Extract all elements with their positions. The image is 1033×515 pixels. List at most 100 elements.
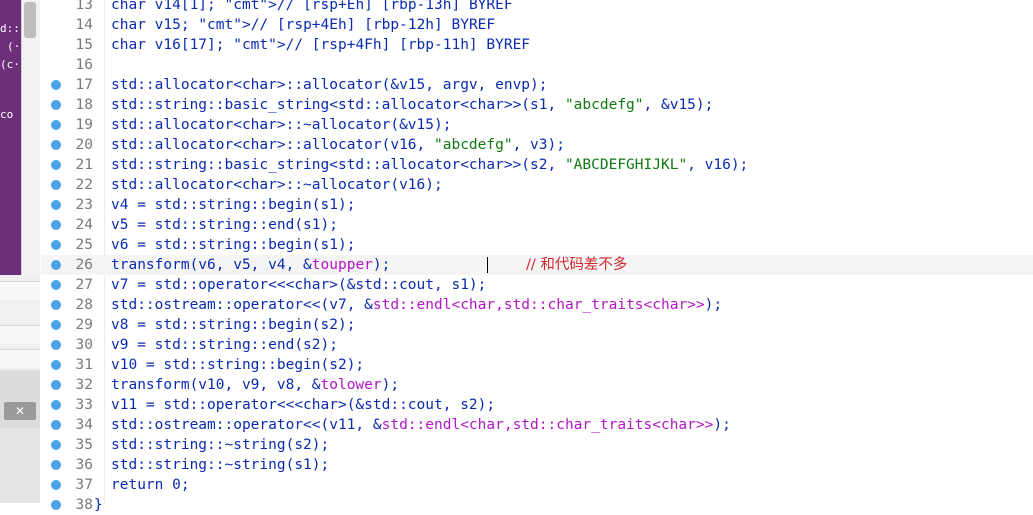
breakpoint-dot-icon[interactable] bbox=[51, 400, 61, 410]
sidebar-list-row[interactable] bbox=[0, 325, 40, 344]
code-line[interactable]: 22 std::allocator<char>::~allocator(v16); bbox=[41, 175, 1033, 195]
code-line[interactable]: 33 v11 = std::operator<<<char>(&std::cout… bbox=[41, 395, 1033, 415]
text-cursor bbox=[487, 257, 488, 273]
close-button[interactable]: ✕ bbox=[4, 402, 36, 420]
line-number: 21 bbox=[75, 157, 93, 173]
line-number: 20 bbox=[75, 137, 93, 153]
breakpoint-dot-icon[interactable] bbox=[51, 440, 61, 450]
line-number: 36 bbox=[75, 457, 93, 473]
code-text: std::allocator<char>::allocator(&v15, ar… bbox=[111, 77, 548, 93]
line-number: 25 bbox=[75, 237, 93, 253]
code-line[interactable]: 18 std::string::basic_string<std::allocat… bbox=[41, 95, 1033, 115]
breakpoint-dot-icon[interactable] bbox=[51, 140, 61, 150]
pseudocode-editor[interactable]: 13 char v14[1]; "cmt">// [rsp+Eh] [rbp-13… bbox=[41, 0, 1033, 513]
code-text: std::ostream::operator<<(v7, &std::endl<… bbox=[111, 297, 723, 313]
line-number: 29 bbox=[75, 317, 93, 333]
breakpoint-dot-icon[interactable] bbox=[51, 280, 61, 290]
breakpoint-dot-icon[interactable] bbox=[51, 480, 61, 490]
code-line[interactable]: 24 v5 = std::string::end(s1); bbox=[41, 215, 1033, 235]
breakpoint-dot-icon[interactable] bbox=[51, 100, 61, 110]
code-line[interactable]: 37 return 0; bbox=[41, 475, 1033, 495]
code-text: v9 = std::string::end(s2); bbox=[111, 337, 338, 353]
line-number: 33 bbox=[75, 397, 93, 413]
code-text: std::string::basic_string<std::allocator… bbox=[111, 97, 714, 113]
line-number: 34 bbox=[75, 417, 93, 433]
line-number: 30 bbox=[75, 337, 93, 353]
sidebar-scrollbar-thumb[interactable] bbox=[24, 2, 36, 38]
code-line[interactable]: 16 bbox=[41, 55, 1033, 75]
line-number: 24 bbox=[75, 217, 93, 233]
code-line[interactable]: 14 char v15; "cmt">// [rsp+4Eh] [rbp-12h]… bbox=[41, 15, 1033, 35]
line-number: 27 bbox=[75, 277, 93, 293]
code-line[interactable]: 38} bbox=[41, 495, 1033, 515]
code-line[interactable]: 36 std::string::~string(s1); bbox=[41, 455, 1033, 475]
code-line[interactable]: 19 std::allocator<char>::~allocator(&v15)… bbox=[41, 115, 1033, 135]
code-text: char v15; "cmt">// [rsp+4Eh] [rbp-12h] B… bbox=[111, 17, 496, 33]
line-number: 17 bbox=[75, 77, 93, 93]
breakpoint-dot-icon[interactable] bbox=[51, 200, 61, 210]
sidebar-fragment: (· bbox=[7, 40, 21, 53]
code-text: std::allocator<char>::~allocator(v16); bbox=[111, 177, 443, 193]
code-text: v7 = std::operator<<<char>(&std::cout, s… bbox=[111, 277, 487, 293]
breakpoint-dot-icon[interactable] bbox=[51, 360, 61, 370]
breakpoint-dot-icon[interactable] bbox=[51, 120, 61, 130]
code-line[interactable]: 21 std::string::basic_string<std::allocat… bbox=[41, 155, 1033, 175]
code-text: char v16[17]; "cmt">// [rsp+4Fh] [rbp-11… bbox=[111, 37, 531, 53]
line-number: 18 bbox=[75, 97, 93, 113]
breakpoint-dot-icon[interactable] bbox=[51, 320, 61, 330]
breakpoint-dot-icon[interactable] bbox=[51, 240, 61, 250]
breakpoint-dot-icon[interactable] bbox=[51, 160, 61, 170]
code-line[interactable]: 28 std::ostream::operator<<(v7, &std::end… bbox=[41, 295, 1033, 315]
code-text: transform(v10, v9, v8, &tolower); bbox=[111, 377, 400, 393]
line-number: 31 bbox=[75, 357, 93, 373]
line-number: 19 bbox=[75, 117, 93, 133]
code-line[interactable]: 20 std::allocator<char>::allocator(v16, "… bbox=[41, 135, 1033, 155]
sidebar-list-row[interactable] bbox=[0, 281, 40, 300]
code-text: v11 = std::operator<<<char>(&std::cout, … bbox=[111, 397, 496, 413]
breakpoint-dot-icon[interactable] bbox=[51, 500, 61, 510]
sidebar-output-pane: d:: (· (c· co bbox=[0, 0, 21, 275]
code-text: std::string::basic_string<std::allocator… bbox=[111, 157, 749, 173]
sidebar-list-row[interactable] bbox=[0, 349, 40, 368]
code-text: v8 = std::string::begin(s2); bbox=[111, 317, 356, 333]
sidebar-fragment: (c· bbox=[0, 58, 20, 71]
code-line[interactable]: 35 std::string::~string(s2); bbox=[41, 435, 1033, 455]
line-number: 26 bbox=[75, 257, 93, 273]
breakpoint-dot-icon[interactable] bbox=[51, 460, 61, 470]
code-line[interactable]: 25 v6 = std::string::begin(s1); bbox=[41, 235, 1033, 255]
code-text: char v14[1]; "cmt">// [rsp+Eh] [rbp-13h]… bbox=[111, 0, 513, 13]
breakpoint-dot-icon[interactable] bbox=[51, 80, 61, 90]
code-line[interactable]: 30 v9 = std::string::end(s2); bbox=[41, 335, 1033, 355]
code-text: return 0; bbox=[111, 477, 190, 493]
breakpoint-dot-icon[interactable] bbox=[51, 220, 61, 230]
code-line[interactable]: 15 char v16[17]; "cmt">// [rsp+4Fh] [rbp-… bbox=[41, 35, 1033, 55]
code-text: v5 = std::string::end(s1); bbox=[111, 217, 338, 233]
code-line[interactable]: 29 v8 = std::string::begin(s2); bbox=[41, 315, 1033, 335]
code-line[interactable]: 23 v4 = std::string::begin(s1); bbox=[41, 195, 1033, 215]
code-text: std::allocator<char>::allocator(v16, "ab… bbox=[111, 137, 565, 153]
breakpoint-dot-icon[interactable] bbox=[51, 260, 61, 270]
sidebar-scrollbar[interactable] bbox=[21, 0, 40, 275]
sidebar-fragment: d:: bbox=[0, 22, 20, 35]
code-line[interactable]: 27 v7 = std::operator<<<char>(&std::cout,… bbox=[41, 275, 1033, 295]
breakpoint-dot-icon[interactable] bbox=[51, 420, 61, 430]
line-number: 13 bbox=[75, 0, 93, 13]
breakpoint-dot-icon[interactable] bbox=[51, 340, 61, 350]
breakpoint-dot-icon[interactable] bbox=[51, 380, 61, 390]
line-number: 16 bbox=[75, 57, 93, 73]
code-text: std::allocator<char>::~allocator(&v15); bbox=[111, 117, 452, 133]
code-text: std::ostream::operator<<(v11, &std::endl… bbox=[111, 417, 731, 433]
line-number: 37 bbox=[75, 477, 93, 493]
code-line[interactable]: 32 transform(v10, v9, v8, &tolower); bbox=[41, 375, 1033, 395]
code-text: v10 = std::string::begin(s2); bbox=[111, 357, 365, 373]
code-text: std::string::~string(s2); bbox=[111, 437, 330, 453]
code-line[interactable]: 26 transform(v6, v5, v4, &toupper); // 和代码… bbox=[41, 255, 1033, 275]
code-line[interactable]: 34 std::ostream::operator<<(v11, &std::en… bbox=[41, 415, 1033, 435]
code-text: std::string::~string(s1); bbox=[111, 457, 330, 473]
code-text: transform(v6, v5, v4, &toupper); bbox=[111, 257, 391, 273]
code-line[interactable]: 17 std::allocator<char>::allocator(&v15, … bbox=[41, 75, 1033, 95]
code-line[interactable]: 13 char v14[1]; "cmt">// [rsp+Eh] [rbp-13… bbox=[41, 0, 1033, 15]
breakpoint-dot-icon[interactable] bbox=[51, 180, 61, 190]
code-line[interactable]: 31 v10 = std::string::begin(s2); bbox=[41, 355, 1033, 375]
breakpoint-dot-icon[interactable] bbox=[51, 300, 61, 310]
